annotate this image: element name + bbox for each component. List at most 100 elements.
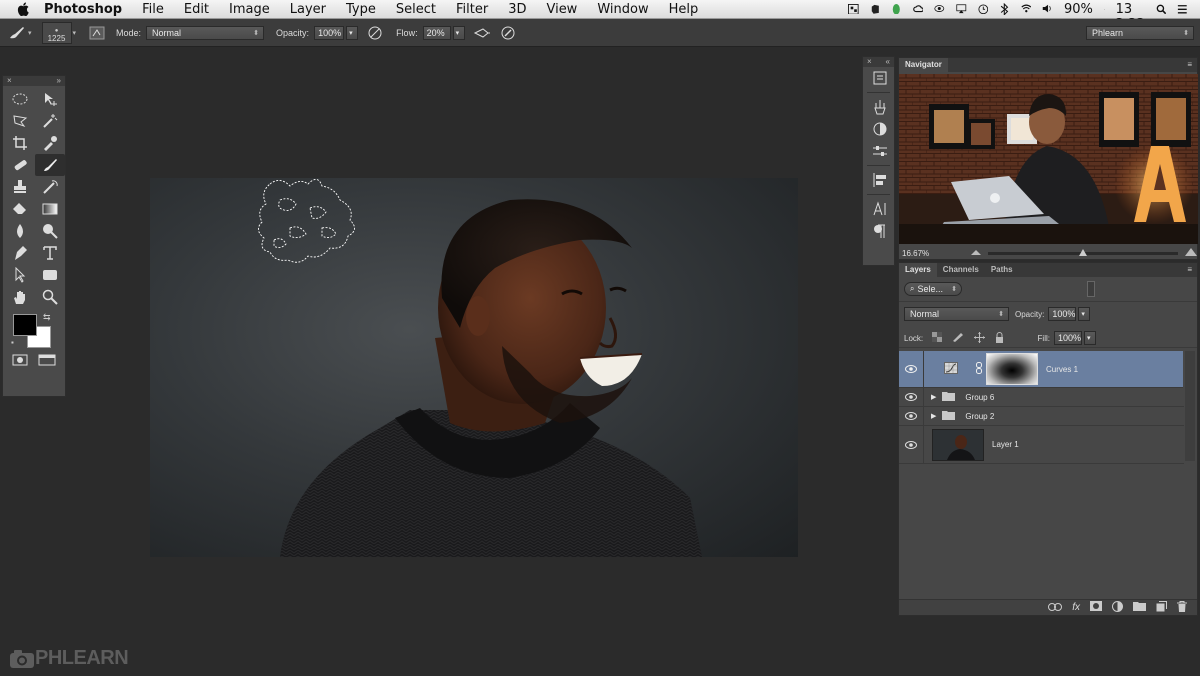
flow-slider-button[interactable]: ▾ [452, 25, 465, 40]
magic-wand-tool[interactable] [35, 110, 65, 132]
new-group-icon[interactable] [1133, 601, 1146, 614]
gradient-tool[interactable] [35, 198, 65, 220]
flow-field[interactable]: 20% [422, 25, 451, 40]
pressure-size-icon[interactable] [499, 24, 517, 42]
workspace-switcher[interactable]: Phlearn ⬍ [1086, 25, 1194, 40]
default-colors-icon[interactable]: ▪ [11, 338, 14, 347]
mask-link-icon[interactable] [976, 362, 982, 376]
collapse-icon[interactable]: » [57, 76, 61, 86]
layers-scrollbar[interactable] [1185, 351, 1195, 461]
delete-layer-icon[interactable] [1177, 600, 1187, 615]
layer-row-group-2[interactable]: ▶ Group 2 [899, 407, 1184, 426]
layer-thumbnail[interactable] [932, 428, 984, 461]
zoom-tool[interactable] [35, 286, 65, 308]
mode-dropdown[interactable]: Normal ⬍ [146, 25, 265, 40]
align-panel-icon[interactable] [863, 169, 896, 191]
zoom-slider-handle[interactable] [1079, 248, 1088, 256]
grid-icon[interactable] [848, 3, 859, 15]
layer-name[interactable]: Layer 1 [992, 440, 1019, 449]
apple-icon[interactable] [16, 2, 30, 16]
app-menu[interactable]: Photoshop [44, 2, 122, 17]
visibility-eye-icon[interactable] [899, 426, 924, 463]
crop-tool[interactable] [5, 132, 35, 154]
layer-name[interactable]: Group 2 [965, 412, 994, 421]
expand-arrow-icon[interactable]: ▶ [931, 393, 936, 401]
close-icon[interactable]: × [7, 76, 12, 86]
layer-row-group-6[interactable]: ▶ Group 6 [899, 388, 1184, 407]
notification-center-icon[interactable] [1177, 4, 1188, 15]
elliptical-marquee-tool[interactable] [5, 88, 35, 110]
time-machine-icon[interactable] [978, 4, 989, 15]
filter-toggle-switch[interactable] [1087, 281, 1095, 297]
battery-icon[interactable] [1103, 4, 1105, 15]
menu-file[interactable]: File [142, 2, 164, 17]
lock-pixels-icon[interactable] [952, 332, 964, 344]
menu-help[interactable]: Help [669, 2, 699, 17]
collapse-icon[interactable]: « [886, 57, 890, 67]
layer-style-fx-icon[interactable]: fx [1072, 602, 1080, 613]
zoom-in-icon[interactable] [1184, 247, 1198, 259]
menu-3d[interactable]: 3D [508, 2, 526, 17]
opacity-field[interactable]: 100% [314, 25, 345, 40]
brush-size-picker[interactable]: ● 1225 [41, 21, 72, 44]
type-tool[interactable] [35, 242, 65, 264]
history-panel-icon[interactable] [863, 67, 896, 89]
chevron-down-icon[interactable]: ▾ [28, 29, 32, 37]
layer-opacity-slider-button[interactable]: ▾ [1078, 307, 1091, 321]
rectangle-tool[interactable] [35, 264, 65, 286]
zoom-percent[interactable]: 16.67% [902, 249, 940, 258]
panel-menu-icon[interactable]: ≡ [1187, 263, 1197, 277]
move-tool[interactable] [35, 88, 65, 110]
brush-panel-toggle-icon[interactable] [88, 24, 106, 42]
lock-transparent-icon[interactable] [932, 332, 943, 344]
tab-layers[interactable]: Layers [899, 263, 937, 277]
tab-paths[interactable]: Paths [985, 263, 1019, 277]
hand-tool[interactable] [5, 286, 35, 308]
paragraph-panel-icon[interactable] [863, 220, 896, 242]
spot-healing-brush-tool[interactable] [5, 154, 35, 176]
character-panel-icon[interactable] [863, 198, 896, 220]
eye-icon[interactable] [934, 4, 945, 13]
brush-size-chevron-icon[interactable]: ▾ [73, 29, 77, 37]
menu-type[interactable]: Type [346, 2, 376, 17]
history-brush-tool[interactable] [35, 176, 65, 198]
foreground-color-swatch[interactable] [13, 314, 37, 336]
new-layer-icon[interactable] [1156, 600, 1167, 615]
volume-icon[interactable] [1042, 4, 1053, 13]
document-canvas[interactable] [150, 178, 798, 557]
airbrush-icon[interactable] [473, 24, 491, 42]
tab-channels[interactable]: Channels [937, 263, 985, 277]
tab-navigator[interactable]: Navigator [899, 58, 948, 72]
visibility-eye-icon[interactable] [899, 407, 924, 425]
dock-header[interactable]: × « [863, 57, 894, 67]
tools-panel-header[interactable]: ×» [3, 76, 65, 86]
swap-colors-icon[interactable]: ⇆ [43, 312, 51, 323]
screen-mode-icon[interactable] [38, 354, 56, 369]
lock-position-icon[interactable] [974, 331, 986, 345]
brush-tool[interactable] [35, 154, 65, 176]
layer-mask-thumbnail[interactable] [986, 353, 1038, 385]
creative-cloud-icon[interactable] [913, 4, 924, 13]
layer-opacity-field[interactable]: 100% [1048, 307, 1077, 321]
menu-edit[interactable]: Edit [184, 2, 209, 17]
zoom-out-icon[interactable] [970, 248, 982, 258]
wifi-icon[interactable] [1021, 4, 1032, 13]
pen-tool[interactable] [5, 242, 35, 264]
tool-preset-brush-icon[interactable] [8, 24, 26, 42]
eyedropper-tool[interactable] [35, 132, 65, 154]
spotlight-search-icon[interactable] [1156, 4, 1167, 15]
new-adjustment-layer-icon[interactable] [1112, 600, 1123, 615]
dodge-tool[interactable] [35, 220, 65, 242]
link-layers-icon[interactable] [1048, 602, 1063, 614]
layer-name[interactable]: Group 6 [965, 393, 994, 402]
brush-presets-panel-icon[interactable] [863, 96, 896, 118]
airplay-icon[interactable] [956, 4, 967, 14]
clone-stamp-tool[interactable] [5, 176, 35, 198]
fill-field[interactable]: 100% [1054, 331, 1082, 345]
visibility-eye-icon[interactable] [899, 351, 924, 387]
panel-menu-icon[interactable]: ≡ [1187, 58, 1197, 72]
add-mask-icon[interactable] [1090, 601, 1102, 614]
quick-mask-icon[interactable] [12, 354, 28, 369]
navigator-preview[interactable] [899, 74, 1198, 244]
menu-layer[interactable]: Layer [290, 2, 326, 17]
